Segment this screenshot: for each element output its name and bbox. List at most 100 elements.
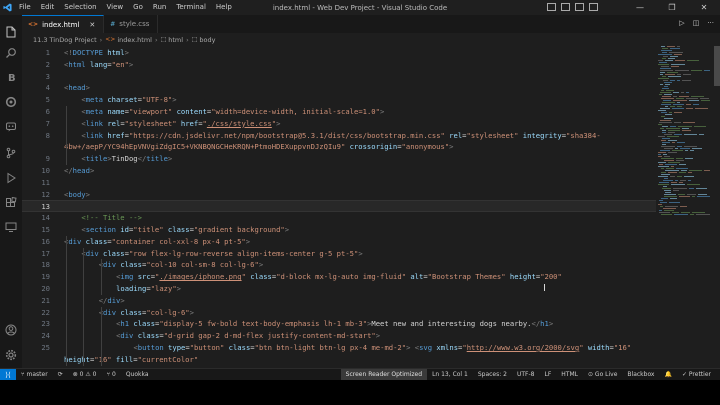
code-token: loading [116, 284, 147, 293]
menu-item-file[interactable]: File [14, 0, 36, 15]
status-encoding[interactable]: UTF-8 [512, 369, 540, 380]
status-language[interactable]: HTML [556, 369, 583, 380]
code-line[interactable]: 4bw+/aepP/YC94hEpVNVgiZdgIC5+VKNBQNGCHeK… [22, 141, 656, 153]
more-actions-icon[interactable]: ··· [707, 19, 714, 27]
breadcrumb-file[interactable]: index.html [117, 36, 152, 44]
scrollbar-thumb[interactable] [714, 46, 720, 86]
code-line[interactable]: 8 <link href="https://cdn.jsdelivr.net/np… [22, 130, 656, 142]
source-control-icon[interactable] [4, 146, 18, 160]
code-line[interactable]: 1 <!DOCTYPE html> [22, 47, 656, 59]
status-sync[interactable]: ⟳ [53, 369, 68, 381]
toggle-panel-icon[interactable] [561, 3, 570, 11]
run-debug-icon[interactable] [4, 171, 18, 185]
minimap-line [661, 90, 664, 91]
notifications-bell-icon[interactable]: 🔔 [660, 369, 677, 380]
code-line[interactable]: 23 <h1 class="display-5 fw-bold text-body… [22, 318, 656, 330]
code-line[interactable]: 20 loading="lazy"> [22, 283, 656, 295]
copilot-chat-icon[interactable] [4, 120, 18, 134]
code-line[interactable]: height="16" fill="currentColor" [22, 354, 656, 366]
split-editor-icon[interactable]: ◫ [693, 19, 700, 27]
status-quokka[interactable]: Quokka [121, 369, 154, 381]
status-right: Screen Reader Optimized Ln 13, Col 1 Spa… [340, 369, 716, 380]
settings-gear-icon[interactable] [4, 348, 18, 362]
accounts-icon[interactable] [4, 323, 18, 337]
code-line[interactable]: 7 <link rel="stylesheet" href="./css/styl… [22, 118, 656, 130]
close-window-icon[interactable]: ✕ [688, 0, 720, 15]
code-line[interactable]: 16 <div class="container col-xxl-8 px-4 p… [22, 236, 656, 248]
status-golive[interactable]: ⊙ Go Live [583, 369, 622, 380]
code-token: "container col-xxl-8 px-4 pt-5" [111, 236, 246, 246]
status-screen-reader[interactable]: Screen Reader Optimized [340, 369, 428, 380]
remote-indicator-icon[interactable]: ⟩⟨ [0, 368, 16, 380]
code-line[interactable]: 21 </div> [22, 295, 656, 307]
tab-index-html[interactable]: <> index.html ✕ [22, 15, 105, 33]
code-token: rel [103, 118, 121, 128]
status-branch[interactable]: ⑂ master [16, 369, 53, 381]
tab-style-css[interactable]: # style.css [104, 15, 159, 33]
code-line[interactable]: 13 [22, 200, 656, 213]
minimap-line [682, 128, 689, 129]
code-line[interactable]: 19 <img src="./images/iphone.png" class="… [22, 271, 656, 283]
breadcrumb-html[interactable]: html [168, 36, 183, 44]
breadcrumb-body[interactable]: body [199, 36, 215, 44]
line-number: 25 [41, 343, 50, 352]
extensions-icon[interactable] [4, 196, 18, 210]
code-line[interactable]: 15 <section id="title" class="gradient ba… [22, 224, 656, 236]
minimap-line [677, 80, 680, 81]
code-line[interactable]: 17 <div class="row flex-lg-row-reverse al… [22, 248, 656, 260]
minimize-icon[interactable]: — [624, 0, 656, 15]
customize-layout-icon[interactable] [589, 3, 598, 11]
code-line[interactable]: 6 <meta name="viewport" content="width=de… [22, 106, 656, 118]
quokka-icon[interactable] [4, 95, 18, 109]
toggle-secondary-sidebar-icon[interactable] [575, 3, 584, 11]
menu-item-view[interactable]: View [102, 0, 129, 15]
code-line[interactable]: 10 </head> [22, 165, 656, 177]
minimap-line [660, 128, 664, 129]
code-line[interactable]: 22 <div class="col-lg-6"> [22, 307, 656, 319]
tab-label: index.html [42, 20, 80, 29]
run-icon[interactable]: ▷ [679, 19, 684, 27]
menu-item-selection[interactable]: Selection [59, 0, 101, 15]
status-prettier[interactable]: ✓ Prettier [677, 369, 716, 380]
status-spaces[interactable]: Spaces: 2 [473, 369, 512, 380]
code-line[interactable]: 4 <head> [22, 82, 656, 94]
code-token: src [133, 272, 151, 282]
code-line[interactable]: 24 <div class="d-grid gap-2 d-md-flex jus… [22, 330, 656, 342]
vscode-window: File Edit Selection View Go Run Terminal Help i… [0, 0, 720, 380]
menu-item-run[interactable]: Run [148, 0, 171, 15]
menu-item-go[interactable]: Go [128, 0, 148, 15]
status-position[interactable]: Ln 13, Col 1 [427, 369, 473, 380]
minimap-line [659, 122, 672, 123]
editor-scrollbar[interactable] [713, 46, 720, 368]
breadcrumb-folder[interactable]: 11.3 TinDog Project [33, 36, 97, 44]
code-line[interactable]: 12 <body> [22, 189, 656, 201]
code-line[interactable]: 5 <meta charset="UTF-8"> [22, 94, 656, 106]
code-line[interactable]: 2 <html lang="en"> [22, 59, 656, 71]
code-line[interactable]: 11 [22, 177, 656, 189]
code-editor[interactable]: 1 <!DOCTYPE html> 2 <html lang="en"> 3 4 <head… [22, 46, 656, 368]
search-icon[interactable] [4, 46, 18, 60]
explorer-icon[interactable] [4, 25, 18, 39]
menu-item-terminal[interactable]: Terminal [171, 0, 211, 15]
remote-explorer-icon[interactable] [4, 220, 18, 234]
code-line[interactable]: 25 <button type="button" class="btn btn-l… [22, 342, 656, 354]
close-tab-icon[interactable]: ✕ [89, 21, 95, 29]
minimap-line [660, 150, 670, 151]
status-problems[interactable]: ⊗ 0 ⚠ 0 [68, 369, 102, 381]
line-number: 20 [41, 284, 50, 293]
blackbox-icon[interactable]: B [4, 70, 18, 84]
status-blackbox[interactable]: Blackbox [622, 369, 659, 380]
menu-item-edit[interactable]: Edit [36, 0, 60, 15]
status-eol[interactable]: LF [539, 369, 556, 380]
toggle-sidebar-icon[interactable] [547, 3, 556, 11]
restore-icon[interactable]: ❐ [656, 0, 688, 15]
status-ports[interactable]: ⑂ 0 [101, 369, 120, 381]
minimap[interactable] [656, 46, 712, 368]
code-line[interactable]: 14 <!-- Title --> [22, 212, 656, 224]
minimap-line [671, 64, 685, 65]
code-line[interactable]: 3 [22, 71, 656, 83]
code-line[interactable]: 9 <title>TinDog</title> [22, 153, 656, 165]
code-line[interactable]: 18 <div class="col-10 col-sm-8 col-lg-6"> [22, 259, 656, 271]
code-token: href [176, 118, 199, 128]
menu-item-help[interactable]: Help [211, 0, 237, 15]
